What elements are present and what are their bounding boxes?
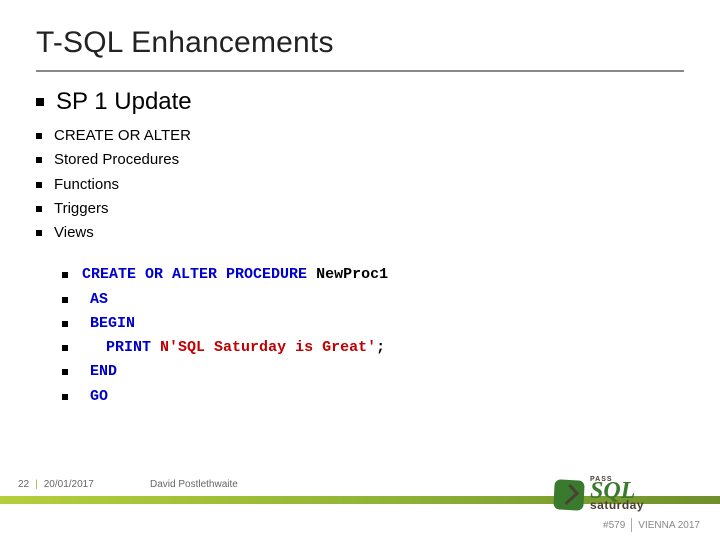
code-keyword: END xyxy=(90,363,117,380)
list-item: Triggers xyxy=(36,199,684,219)
code-line: CREATE OR ALTER PROCEDURE NewProc1 xyxy=(62,265,684,285)
heading-text: SP 1 Update xyxy=(56,88,192,116)
bullet-icon xyxy=(62,272,68,278)
code-text: GO xyxy=(82,387,108,407)
code-keyword: GO xyxy=(90,388,108,405)
code-string: N xyxy=(160,339,169,356)
list-item: Stored Procedures xyxy=(36,150,684,170)
divider-icon xyxy=(631,518,632,532)
sql-saturday-logo: PASS SQL saturday xyxy=(554,458,694,510)
code-keyword: PRINT xyxy=(106,339,151,356)
code-text: CREATE OR ALTER PROCEDURE NewProc1 xyxy=(82,265,388,285)
code-line: END xyxy=(62,362,684,382)
code-line: GO xyxy=(62,387,684,407)
logo-text: PASS SQL saturday xyxy=(590,477,644,510)
code-keyword: AS xyxy=(90,291,108,308)
page-info: 22 | 20/01/2017 xyxy=(18,479,94,490)
code-string: 'SQL Saturday is Great' xyxy=(169,339,376,356)
page-date: 20/01/2017 xyxy=(44,479,94,490)
bullet-icon xyxy=(62,394,68,400)
event-number: #579 xyxy=(603,520,625,531)
slide-title: T-SQL Enhancements xyxy=(36,26,684,60)
code-text: AS xyxy=(82,290,108,310)
page-number: 22 xyxy=(18,479,29,490)
item-text: Triggers xyxy=(54,199,108,219)
subheading-text: CREATE OR ALTER xyxy=(54,126,191,146)
item-list: Stored Procedures Functions Triggers Vie… xyxy=(36,150,684,243)
item-text: Views xyxy=(54,223,94,243)
code-block: CREATE OR ALTER PROCEDURE NewProc1 AS BE… xyxy=(62,265,684,407)
code-text: BEGIN xyxy=(82,314,135,334)
heading-row: SP 1 Update xyxy=(36,88,684,116)
event-location: VIENNA 2017 xyxy=(638,520,700,531)
code-identifier: NewProc1 xyxy=(316,266,388,283)
bullet-icon xyxy=(62,297,68,303)
footer: 22 | 20/01/2017 David Postlethwaite PASS… xyxy=(0,460,720,540)
code-line: AS xyxy=(62,290,684,310)
code-keyword: BEGIN xyxy=(90,315,135,332)
bullet-icon xyxy=(36,157,42,163)
code-keyword: CREATE OR ALTER PROCEDURE xyxy=(82,266,307,283)
list-item: Functions xyxy=(36,175,684,195)
logo-badge-icon xyxy=(553,479,585,511)
bullet-icon xyxy=(36,182,42,188)
title-rule xyxy=(36,70,684,72)
list-item: Views xyxy=(36,223,684,243)
subheading-row: CREATE OR ALTER xyxy=(36,126,684,146)
bullet-icon xyxy=(36,206,42,212)
separator: | xyxy=(35,479,38,490)
author: David Postlethwaite xyxy=(150,479,238,490)
logo-saturday: saturday xyxy=(590,500,644,510)
code-line: PRINT N'SQL Saturday is Great'; xyxy=(62,338,684,358)
slide: T-SQL Enhancements SP 1 Update CREATE OR… xyxy=(0,0,720,540)
bullet-icon xyxy=(36,230,42,236)
code-text: PRINT N'SQL Saturday is Great'; xyxy=(82,338,385,358)
code-punct: ; xyxy=(376,339,385,356)
bullet-icon xyxy=(36,133,42,139)
bullet-icon xyxy=(62,345,68,351)
code-text: END xyxy=(82,362,117,382)
item-text: Functions xyxy=(54,175,119,195)
item-text: Stored Procedures xyxy=(54,150,179,170)
code-line: BEGIN xyxy=(62,314,684,334)
bullet-icon xyxy=(36,98,44,106)
bullet-icon xyxy=(62,321,68,327)
event-info: #579 VIENNA 2017 xyxy=(603,518,700,532)
bullet-icon xyxy=(62,369,68,375)
